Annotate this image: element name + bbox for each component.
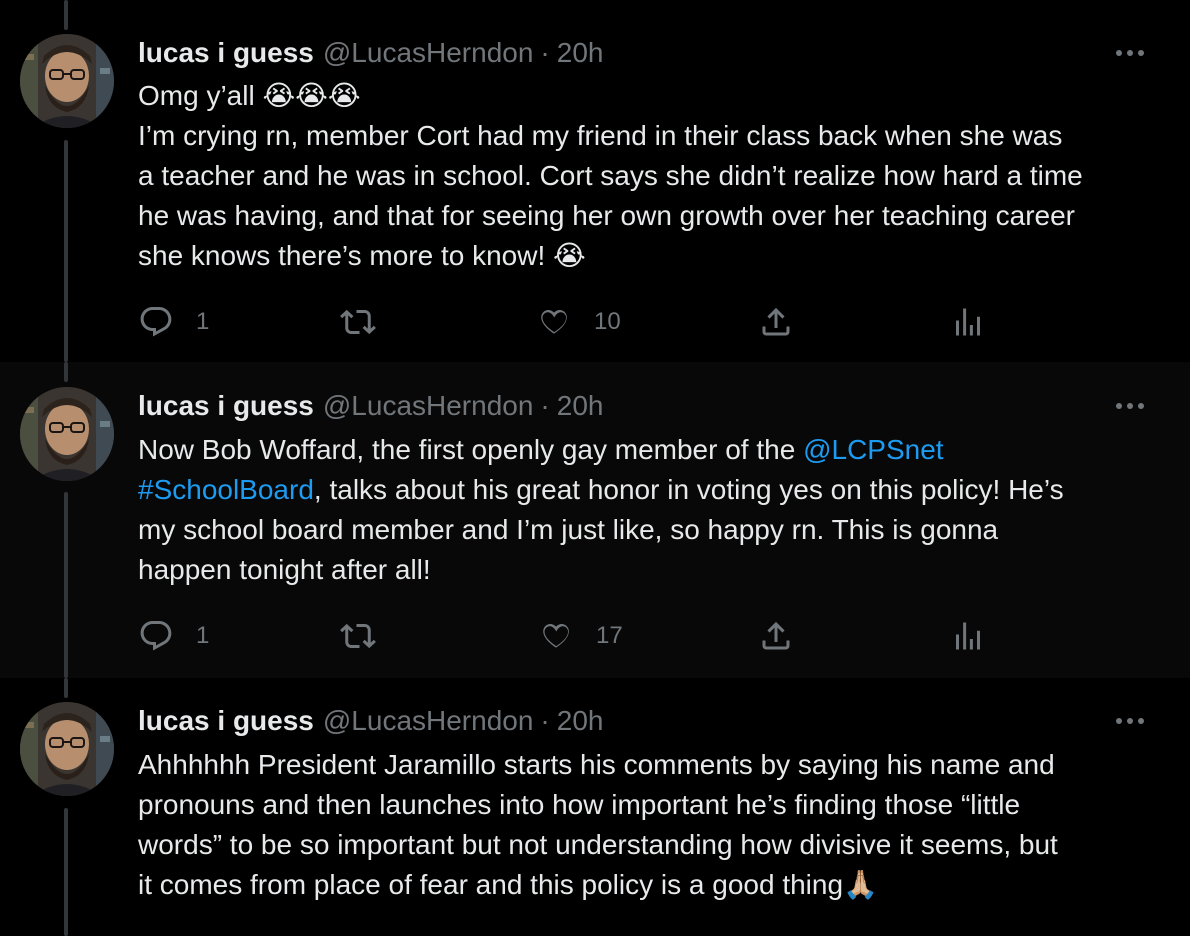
tweet-text: Ahhhhhh President Jaramillo starts his c… bbox=[138, 745, 1168, 905]
tweet-text-segment: Now Bob Woffard, the first openly gay me… bbox=[138, 434, 804, 465]
avatar[interactable] bbox=[20, 387, 114, 481]
separator: · bbox=[540, 390, 550, 421]
separator: · bbox=[540, 705, 550, 736]
tweet-text-line: pronouns and then launches into how impo… bbox=[138, 789, 1021, 820]
author-handle[interactable]: @LucasHerndon bbox=[323, 390, 534, 422]
share-icon bbox=[762, 307, 790, 336]
timestamp[interactable]: 20h bbox=[557, 390, 604, 422]
reply-count: 1 bbox=[196, 622, 210, 649]
analytics-icon bbox=[956, 308, 980, 336]
tweet-text-line: my school board member and I’m just like… bbox=[138, 514, 999, 545]
separator: · bbox=[540, 37, 550, 68]
tweet-text-line: Ahhhhhh President Jaramillo starts his c… bbox=[138, 749, 1055, 780]
tweet-text-line: #SchoolBoard, talks about his great hono… bbox=[138, 470, 1168, 510]
tweet-thread: lucas i guess @LucasHerndon · 20h Omg y’… bbox=[0, 0, 1190, 936]
timestamp[interactable]: 20h bbox=[557, 37, 604, 69]
thread-line bbox=[64, 0, 68, 30]
tweet-text-line: Now Bob Woffard, the first openly gay me… bbox=[138, 430, 1168, 470]
tweet[interactable]: lucas i guess @LucasHerndon · 20h Omg y’… bbox=[0, 0, 1190, 362]
author-name[interactable]: lucas i guess bbox=[138, 37, 314, 69]
reply-icon bbox=[140, 307, 172, 337]
reply-button[interactable]: 1 bbox=[138, 302, 209, 342]
mention-link[interactable]: @LCPSnet bbox=[803, 434, 944, 465]
retweet-icon bbox=[340, 623, 376, 649]
analytics-button[interactable] bbox=[950, 302, 986, 342]
reply-count: 1 bbox=[196, 308, 210, 335]
thread-line bbox=[64, 140, 68, 362]
tweet-text-line: happen tonight after all! bbox=[138, 554, 431, 585]
share-icon bbox=[762, 621, 790, 650]
share-button[interactable] bbox=[758, 616, 794, 656]
retweet-button[interactable] bbox=[340, 616, 376, 656]
tweet-actions: 1 10 bbox=[138, 302, 998, 342]
more-icon[interactable] bbox=[1100, 386, 1160, 426]
tweet[interactable]: lucas i guess @LucasHerndon · 20h Ahhhhh… bbox=[0, 678, 1190, 936]
tweet-text-line: words” to be so important but not unders… bbox=[138, 829, 1058, 860]
retweet-button[interactable] bbox=[340, 302, 376, 342]
more-icon[interactable] bbox=[1100, 701, 1160, 741]
tweet-header: lucas i guess @LucasHerndon · 20h bbox=[138, 386, 1070, 426]
tweet-text-line: he was having, and that for seeing her o… bbox=[138, 200, 1076, 231]
like-icon bbox=[541, 309, 567, 334]
share-button[interactable] bbox=[758, 302, 794, 342]
like-count: 17 bbox=[596, 622, 623, 649]
tweet-text: Omg y’all 😭😭😭 I’m crying rn, member Cort… bbox=[138, 76, 1168, 276]
more-icon[interactable] bbox=[1100, 33, 1160, 73]
tweet-text-line: Omg y’all 😭😭😭 bbox=[138, 80, 361, 111]
avatar[interactable] bbox=[20, 34, 114, 128]
tweet-text-line: it comes from place of fear and this pol… bbox=[138, 869, 878, 900]
tweet-header: lucas i guess @LucasHerndon · 20h bbox=[138, 33, 1070, 73]
thread-line bbox=[64, 808, 68, 936]
hashtag-link[interactable]: #SchoolBoard bbox=[138, 474, 314, 505]
thread-line bbox=[64, 678, 68, 698]
author-name[interactable]: lucas i guess bbox=[138, 705, 314, 737]
tweet-text-line: a teacher and he was in school. Cort say… bbox=[138, 160, 1083, 191]
thread-line bbox=[64, 492, 68, 678]
tweet[interactable]: lucas i guess @LucasHerndon · 20h Now Bo… bbox=[0, 362, 1190, 678]
analytics-button[interactable] bbox=[950, 616, 986, 656]
analytics-icon bbox=[956, 622, 980, 650]
like-icon bbox=[543, 623, 569, 648]
avatar[interactable] bbox=[20, 702, 114, 796]
like-button[interactable]: 17 bbox=[538, 616, 623, 656]
reply-icon bbox=[140, 621, 172, 651]
tweet-text-line: I’m crying rn, member Cort had my friend… bbox=[138, 120, 1063, 151]
author-name[interactable]: lucas i guess bbox=[138, 390, 314, 422]
tweet-text: Now Bob Woffard, the first openly gay me… bbox=[138, 430, 1168, 590]
like-count: 10 bbox=[594, 308, 621, 335]
tweet-text-line: she knows there’s more to know! 😭 bbox=[138, 240, 586, 271]
reply-button[interactable]: 1 bbox=[138, 616, 209, 656]
like-button[interactable]: 10 bbox=[536, 302, 621, 342]
tweet-text-segment: , talks about his great honor in voting … bbox=[313, 474, 1064, 505]
author-handle[interactable]: @LucasHerndon bbox=[323, 37, 534, 69]
thread-line bbox=[64, 362, 68, 382]
author-handle[interactable]: @LucasHerndon bbox=[323, 705, 534, 737]
timestamp[interactable]: 20h bbox=[557, 705, 604, 737]
tweet-actions: 1 17 bbox=[138, 616, 998, 656]
tweet-header: lucas i guess @LucasHerndon · 20h bbox=[138, 701, 1070, 741]
retweet-icon bbox=[340, 309, 376, 335]
